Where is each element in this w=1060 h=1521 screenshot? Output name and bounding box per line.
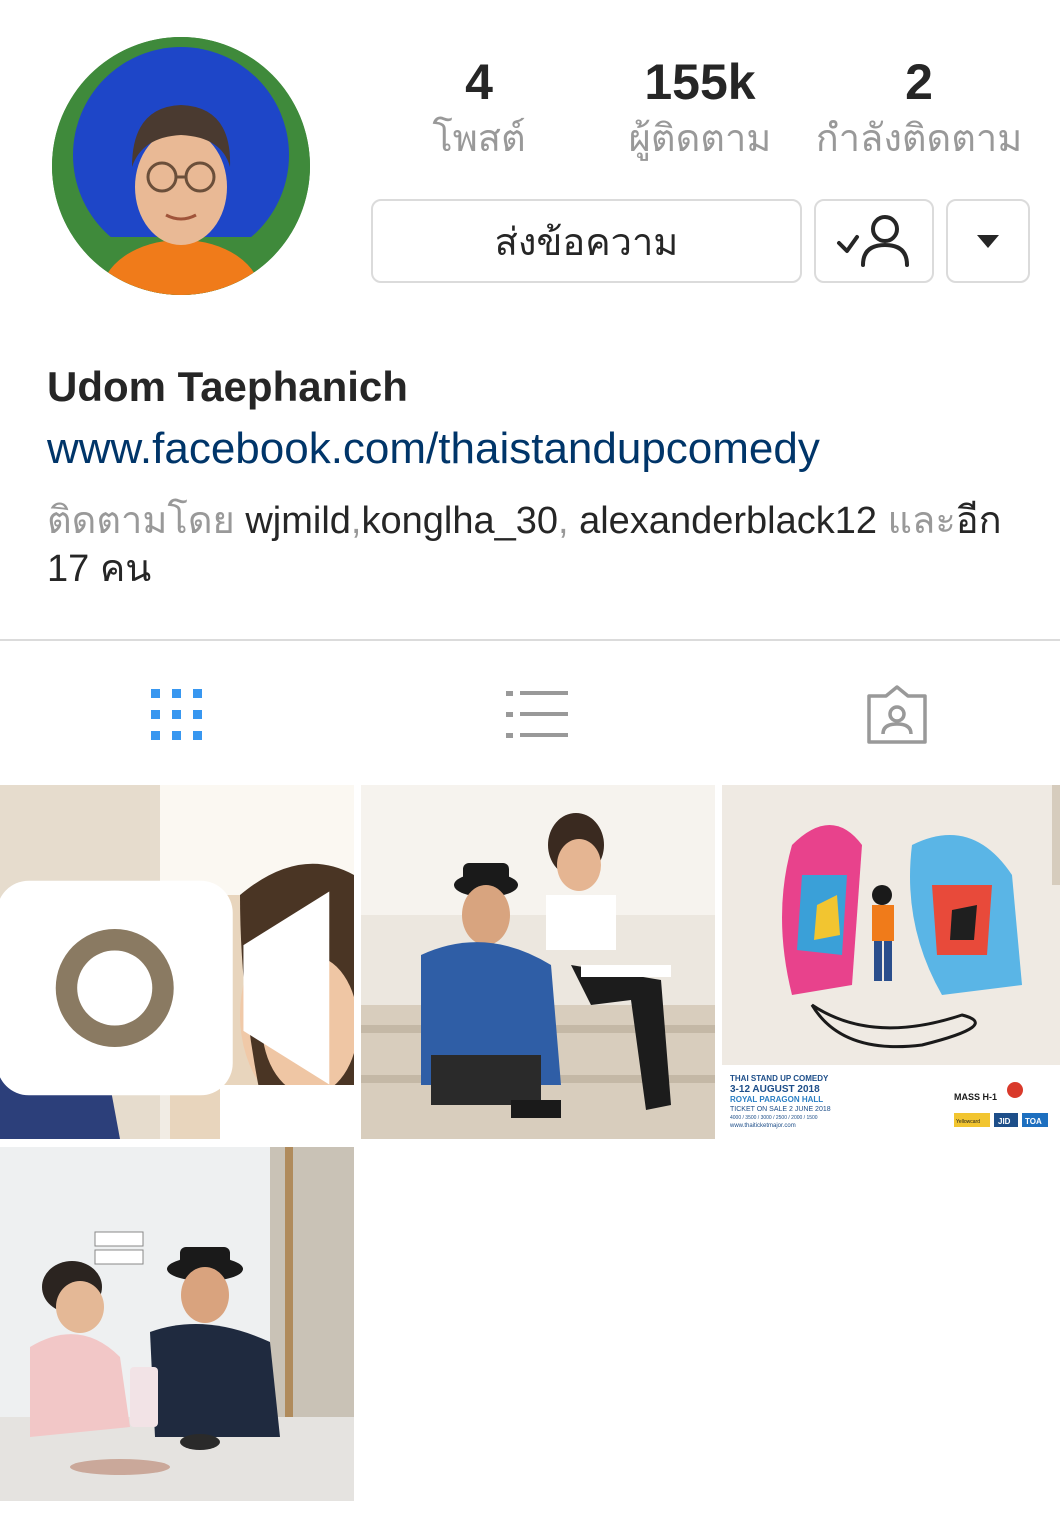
caret-down-icon bbox=[977, 235, 999, 248]
tagged-icon bbox=[867, 685, 927, 744]
poster-line-2: 3-12 AUGUST 2018 bbox=[730, 1084, 820, 1095]
poster-sponsor-4: TOA bbox=[1025, 1117, 1042, 1126]
following-count: 2 bbox=[905, 54, 933, 110]
posts-label: โพสต์ bbox=[432, 118, 526, 160]
post-image-2 bbox=[361, 785, 715, 1139]
followers-label: ผู้ติดตาม bbox=[628, 118, 772, 160]
post-image-4 bbox=[0, 1147, 354, 1501]
avatar-image bbox=[52, 37, 310, 295]
grid-icon bbox=[151, 689, 202, 740]
poster-sponsor-1: MASS H-1 bbox=[954, 1092, 997, 1102]
poster-line-6: www.thaiticketmajor.com bbox=[729, 1123, 796, 1129]
post-thumbnail-3[interactable]: THAI STAND UP COMEDY 3-12 AUGUST 2018 RO… bbox=[722, 785, 1060, 1139]
more-options-button[interactable] bbox=[946, 199, 1030, 283]
video-camera-icon bbox=[0, 880, 330, 1096]
profile-link[interactable]: www.facebook.com/thaistandupcomedy bbox=[47, 424, 820, 474]
post-thumbnail-2[interactable] bbox=[361, 785, 715, 1139]
poster-line-3: ROYAL PARAGON HALL bbox=[730, 1095, 823, 1104]
user-check-icon bbox=[837, 215, 909, 267]
tab-grid[interactable] bbox=[142, 680, 212, 750]
profile-avatar[interactable] bbox=[52, 37, 310, 295]
followed-by-separator: , bbox=[557, 500, 580, 542]
post-thumbnail-4[interactable] bbox=[0, 1147, 354, 1501]
poster-line-5: 4000 / 3500 / 3000 / 2500 / 2000 / 1500 bbox=[730, 1115, 818, 1121]
tab-list[interactable] bbox=[502, 680, 572, 750]
stat-posts[interactable]: 4 โพสต์ bbox=[369, 50, 589, 164]
followers-count: 155k bbox=[644, 54, 756, 110]
follower-user-2[interactable]: konglha_30 bbox=[361, 500, 558, 542]
stat-followers[interactable]: 155k ผู้ติดตาม bbox=[590, 50, 810, 164]
poster-line-4: TICKET ON SALE 2 JUNE 2018 bbox=[730, 1106, 831, 1113]
followed-by-and: และ bbox=[877, 500, 956, 542]
following-label: กำลังติดตาม bbox=[815, 118, 1023, 160]
posts-count: 4 bbox=[465, 54, 493, 110]
profile-name: Udom Taephanich bbox=[47, 363, 408, 410]
tab-tagged[interactable] bbox=[862, 680, 932, 750]
section-divider bbox=[0, 639, 1060, 641]
poster-sponsor-3: JID bbox=[998, 1117, 1011, 1126]
poster-sponsor-2: Yellowcard bbox=[956, 1119, 980, 1125]
followed-by-separator: , bbox=[350, 500, 362, 542]
poster-line-1: THAI STAND UP COMEDY bbox=[730, 1074, 829, 1083]
post-image-3: THAI STAND UP COMEDY 3-12 AUGUST 2018 RO… bbox=[722, 785, 1060, 1139]
followed-by-text[interactable]: ติดตามโดย wjmild,konglha_30, alexanderbl… bbox=[47, 497, 1037, 593]
stat-following[interactable]: 2 กำลังติดตาม bbox=[809, 50, 1029, 164]
message-button[interactable]: ส่งข้อความ bbox=[371, 199, 802, 283]
follower-user-1[interactable]: wjmild bbox=[245, 500, 351, 542]
post-thumbnail-1[interactable] bbox=[0, 785, 354, 1139]
follower-user-3[interactable]: alexanderblack12 bbox=[579, 500, 877, 542]
list-icon bbox=[506, 691, 568, 738]
followed-by-prefix: ติดตามโดย bbox=[47, 500, 246, 542]
following-button[interactable] bbox=[814, 199, 934, 283]
message-button-label: ส่งข้อความ bbox=[494, 221, 679, 264]
